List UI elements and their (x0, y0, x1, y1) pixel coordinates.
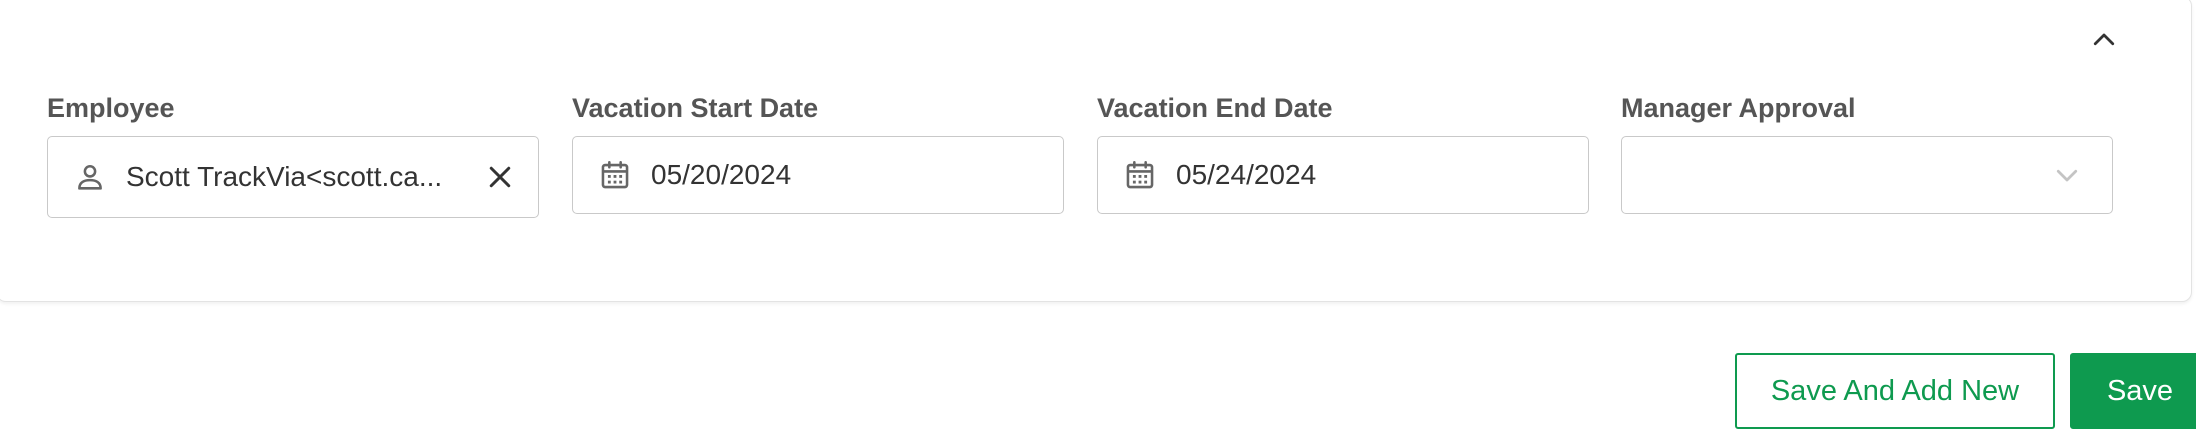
vacation-end-date-label: Vacation End Date (1097, 93, 1333, 123)
employee-input[interactable]: Scott TrackVia<scott.ca... (47, 136, 539, 218)
calendar-icon (1120, 155, 1160, 195)
vacation-start-date-input[interactable]: 05/20/2024 (572, 136, 1064, 214)
chevron-up-icon (2093, 33, 2115, 46)
employee-field: Employee Scott TrackVia<scott.ca... (47, 92, 539, 218)
vacation-end-date-input[interactable]: 05/24/2024 (1097, 136, 1589, 214)
vacation-end-date-field: Vacation End Date 05/24/2024 (1097, 92, 1589, 214)
vacation-start-date-value: 05/20/2024 (651, 159, 792, 190)
manager-approval-label: Manager Approval (1621, 93, 1856, 123)
collapse-section-button[interactable] (2087, 23, 2121, 57)
calendar-icon (595, 155, 635, 195)
employee-value: Scott TrackVia<scott.ca... (126, 161, 443, 192)
employee-label: Employee (47, 93, 175, 123)
manager-approval-field: Manager Approval (1621, 92, 2113, 214)
vacation-start-date-field: Vacation Start Date 05/20/2024 (572, 92, 1064, 214)
save-button[interactable]: Save (2070, 353, 2196, 429)
person-icon (70, 157, 110, 197)
close-icon (489, 166, 511, 188)
clear-employee-button[interactable] (480, 157, 520, 197)
vacation-end-date-value: 05/24/2024 (1176, 159, 1317, 190)
page: Employee Scott TrackVia<scott.ca... Vaca… (0, 0, 2196, 438)
vacation-start-date-label: Vacation Start Date (572, 93, 819, 123)
manager-approval-select[interactable] (1621, 136, 2113, 214)
save-and-add-new-button[interactable]: Save And Add New (1735, 353, 2055, 429)
chevron-down-icon (2050, 158, 2084, 192)
